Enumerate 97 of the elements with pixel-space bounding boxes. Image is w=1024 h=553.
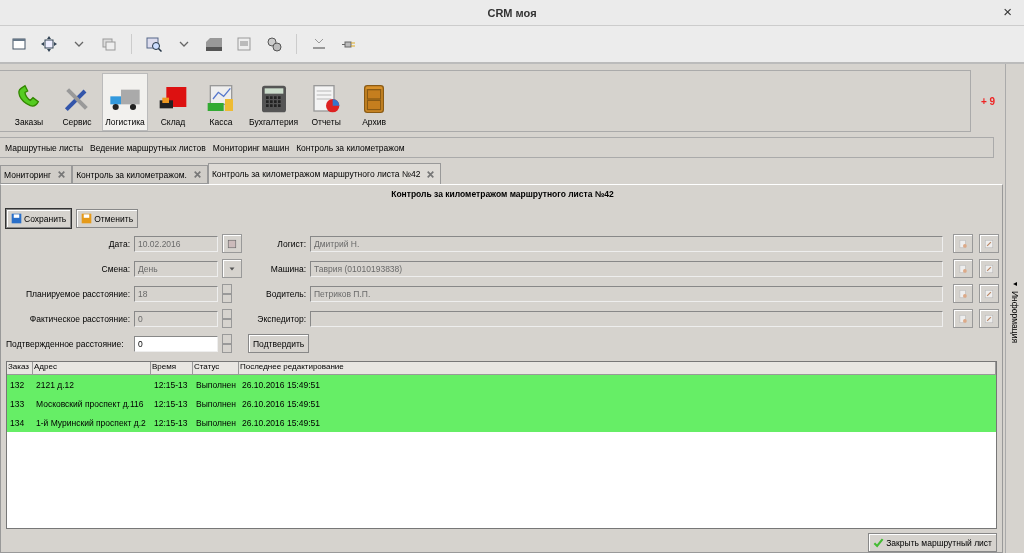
module-button[interactable]: Архив <box>351 73 398 131</box>
select-button[interactable] <box>953 259 973 278</box>
column-header[interactable]: Заказ <box>7 362 33 374</box>
module-button[interactable]: Логистика <box>102 73 148 131</box>
edit-button[interactable] <box>979 234 999 253</box>
arrow-glyph: ◂ <box>1013 279 1017 288</box>
close-route-button[interactable]: Закрыть маршрутный лист <box>868 533 997 552</box>
windows-icon <box>101 36 117 52</box>
table-cell-text: 12:15-13 <box>153 379 189 390</box>
column-header[interactable]: Адрес <box>33 362 151 374</box>
spinner-buttons[interactable] <box>222 309 232 328</box>
table-cell-text: 134 <box>9 417 26 428</box>
field-label: Логист: <box>276 238 306 249</box>
field-label: Подтвержденное расстояние: <box>6 338 125 349</box>
field-label: Планируемое расстояние: <box>24 288 130 299</box>
close-icon <box>192 170 202 179</box>
submenu-item[interactable]: Контроль за километражом <box>296 142 405 153</box>
copy-icon <box>958 288 968 299</box>
table-cell-text: 26.10.2016 15:49:51 <box>241 398 321 409</box>
table-cell-text: Московский проспект д.116 <box>35 398 145 409</box>
module-button[interactable]: Отчеты <box>303 73 350 131</box>
field-label: Смена: <box>100 263 130 274</box>
table-row[interactable]: 134 1-й Муринский проспект д.2 12:15-13 Выполнен 26.10.2016 15:49:51 <box>7 413 996 432</box>
cancel-button[interactable]: Отменить <box>76 209 139 228</box>
copy-icon <box>958 263 968 274</box>
table-cell-text: 2121 д.12 <box>35 379 76 390</box>
table-cell-text: 12:15-13 <box>153 417 189 428</box>
close-button[interactable]: × <box>1003 3 1012 20</box>
confirm-button[interactable]: Подтвердить <box>248 334 310 353</box>
save-icon <box>11 213 22 224</box>
input-field[interactable]: 0 <box>134 335 218 352</box>
check-icon <box>873 537 885 548</box>
field-label: Водитель: <box>265 288 306 299</box>
table-cell-text: 133 <box>9 398 26 409</box>
form-heading: Контроль за километражом маршрутного листа №42 <box>390 189 615 201</box>
table-cell-text: 12:15-13 <box>153 398 189 409</box>
select-button[interactable] <box>953 284 973 303</box>
move-icon <box>41 36 57 52</box>
pencil-icon <box>984 263 994 274</box>
spinner-buttons[interactable] <box>222 284 232 303</box>
document-tab[interactable]: Мониторинг <box>0 165 73 184</box>
document-tab[interactable]: Контроль за километражом маршрутного листа №42 <box>207 163 442 184</box>
select-button[interactable] <box>953 309 973 328</box>
pencil-icon <box>984 288 994 299</box>
table-cell-text: 132 <box>9 379 26 390</box>
search-tool[interactable] <box>146 36 162 52</box>
input-field[interactable] <box>310 310 943 327</box>
module-button[interactable]: Бухгалтерия <box>246 73 302 131</box>
close-icon <box>426 169 436 179</box>
spinner-buttons[interactable] <box>222 334 232 353</box>
submenu-item[interactable]: Маршрутные листы <box>5 142 84 153</box>
document-tab[interactable]: Контроль за километражом. <box>72 165 208 184</box>
input-field[interactable]: Таврия (01010193838) <box>310 260 943 277</box>
column-header[interactable]: Последнее редактирование <box>239 362 996 374</box>
edit-button[interactable] <box>979 309 999 328</box>
copy-icon <box>958 313 968 324</box>
calendar-button[interactable] <box>222 234 242 253</box>
tray-tool[interactable] <box>311 36 327 52</box>
module-button[interactable]: Заказы <box>6 73 52 131</box>
dropdown-button[interactable] <box>222 259 242 278</box>
field-label: Фактическое расстояние: <box>28 313 130 324</box>
column-header[interactable]: Время <box>151 362 193 374</box>
pencil-icon <box>984 313 994 324</box>
pencil-icon <box>984 238 994 249</box>
module-button[interactable]: Сервис <box>54 73 100 131</box>
submenu-item[interactable]: Ведение маршрутных листов <box>90 142 206 153</box>
info-side-tab[interactable]: ◂ Информация <box>1010 279 1020 344</box>
table-cell-text: 1-й Муринский проспект д.2 <box>35 417 147 428</box>
move-tool[interactable] <box>41 36 57 52</box>
field-label: Машина: <box>269 263 306 274</box>
tray-icon <box>311 36 327 52</box>
notification-count: + 9 <box>979 94 997 109</box>
search-icon <box>146 36 162 52</box>
select-button[interactable] <box>953 234 973 253</box>
table-cell-text: Выполнен <box>195 417 237 428</box>
edit-button[interactable] <box>979 284 999 303</box>
field-label: Экспедитор: <box>256 313 306 324</box>
save-button[interactable]: Сохранить <box>6 209 72 228</box>
close-icon <box>57 170 67 179</box>
copy-icon <box>958 238 968 249</box>
cancel-icon <box>81 213 93 224</box>
table-cell-text: Выполнен <box>195 398 237 409</box>
table-cell-text: 26.10.2016 15:49:51 <box>241 379 321 390</box>
input-field[interactable]: Петриков П.П. <box>310 285 943 302</box>
window-title: CRM моя <box>487 6 537 19</box>
field-label: Дата: <box>107 238 130 249</box>
module-button[interactable]: Касса <box>198 73 244 131</box>
table-cell-text: Выполнен <box>195 379 237 390</box>
column-header[interactable]: Статус <box>193 362 239 374</box>
table-row[interactable]: 133 Московский проспект д.116 12:15-13 Выполнен 26.10.2016 15:49:51 <box>7 394 996 413</box>
module-button[interactable]: Склад <box>150 73 196 131</box>
submenu-item[interactable]: Мониторинг машин <box>212 142 290 153</box>
windows-tool[interactable] <box>101 36 117 52</box>
table-cell-text: 26.10.2016 15:49:51 <box>241 417 321 428</box>
table-row[interactable]: 132 2121 д.12 12:15-13 Выполнен 26.10.2016 15:49:51 <box>7 375 996 394</box>
edit-button[interactable] <box>979 259 999 278</box>
input-field[interactable]: Дмитрий Н. <box>310 235 943 252</box>
